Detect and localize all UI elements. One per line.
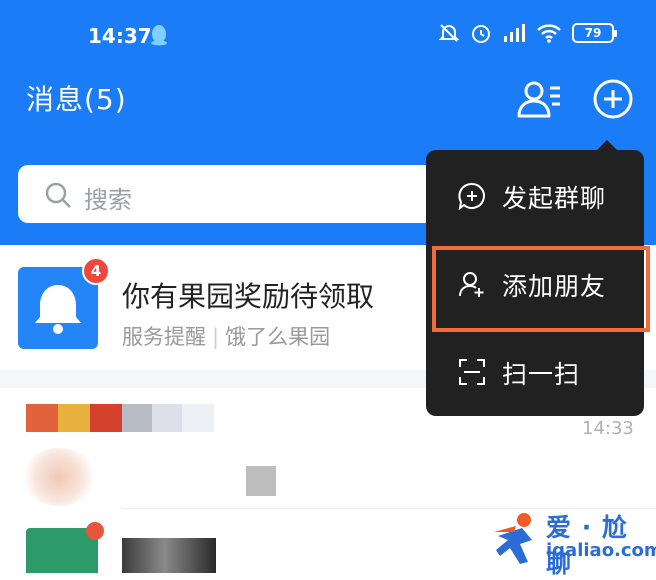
blurred-block bbox=[122, 538, 216, 573]
page-title: 消息(5) bbox=[26, 83, 127, 116]
menu-item-label: 扫一扫 bbox=[502, 360, 581, 389]
group-chat-icon bbox=[458, 182, 485, 210]
menu-item-label: 发起群聊 bbox=[502, 184, 607, 213]
runner-logo-icon bbox=[494, 513, 532, 564]
blurred-block bbox=[182, 404, 214, 432]
menu-item-scan[interactable]: 扫一扫 bbox=[426, 328, 644, 416]
mute-icon bbox=[438, 24, 460, 42]
blurred-block bbox=[58, 404, 90, 432]
blurred-block bbox=[90, 404, 122, 432]
search-input[interactable]: 搜索 bbox=[18, 165, 458, 223]
search-icon bbox=[45, 182, 71, 208]
alarm-icon bbox=[472, 25, 490, 43]
subtitle-separator: | bbox=[212, 325, 220, 349]
wifi-icon bbox=[537, 24, 561, 43]
unread-badge: 4 bbox=[82, 257, 110, 285]
avatar bbox=[22, 448, 96, 506]
battery-icon: 79 bbox=[572, 23, 617, 43]
subtitle-name: 饿了么果园 bbox=[225, 325, 331, 349]
blurred-block bbox=[122, 404, 152, 432]
signal-icon bbox=[504, 24, 525, 42]
status-bar: 14:37 79 bbox=[0, 0, 656, 62]
scan-icon bbox=[459, 359, 485, 385]
conversation-subtitle: 服务提醒 | 饿了么果园 bbox=[122, 321, 330, 351]
search-placeholder: 搜索 bbox=[84, 186, 132, 214]
blurred-block bbox=[152, 404, 182, 432]
watermark: 爱 · 尬聊 igaliao.com bbox=[492, 506, 656, 578]
qq-icon bbox=[151, 25, 167, 46]
battery-level: 79 bbox=[584, 26, 602, 40]
unread-dot bbox=[86, 522, 104, 540]
conversation-title: 你有果园奖励待领取 bbox=[122, 280, 375, 313]
blurred-block bbox=[246, 466, 276, 496]
subtitle-source: 服务提醒 bbox=[122, 325, 206, 349]
menu-item-group-chat[interactable]: 发起群聊 bbox=[426, 152, 644, 240]
status-time: 14:37 bbox=[88, 24, 152, 48]
watermark-url: igaliao.com bbox=[546, 540, 656, 561]
blurred-block bbox=[26, 404, 58, 432]
highlight-box bbox=[432, 246, 650, 332]
contacts-icon[interactable] bbox=[516, 78, 562, 118]
plus-circle-icon[interactable] bbox=[592, 78, 634, 120]
message-time: 14:33 bbox=[582, 418, 634, 439]
